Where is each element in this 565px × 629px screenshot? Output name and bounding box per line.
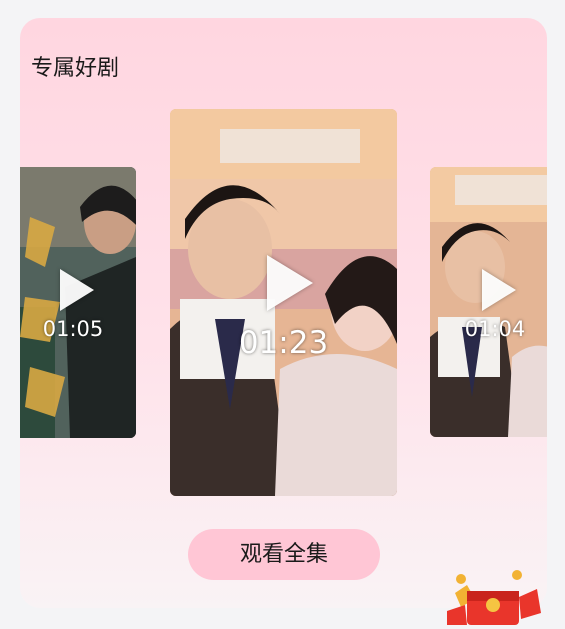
video-duration: 01:23 — [238, 325, 329, 361]
drama-poster-left[interactable]: 01:05 — [20, 167, 136, 438]
play-icon[interactable] — [266, 255, 313, 311]
red-packet-icon[interactable] — [437, 565, 547, 625]
video-duration: 01:05 — [42, 317, 104, 341]
video-duration: 01:04 — [464, 317, 526, 341]
drama-poster-right[interactable]: 01:04 — [430, 167, 547, 437]
watch-all-button[interactable]: 观看全集 — [188, 529, 380, 580]
drama-poster-center[interactable]: 01:23 — [170, 109, 397, 496]
section-title: 专属好剧 — [31, 56, 120, 81]
play-icon[interactable] — [482, 269, 516, 311]
play-icon[interactable] — [60, 269, 94, 311]
drama-card: 专属好剧 01:05 01:23 01:04 观看全集 — [20, 18, 547, 608]
